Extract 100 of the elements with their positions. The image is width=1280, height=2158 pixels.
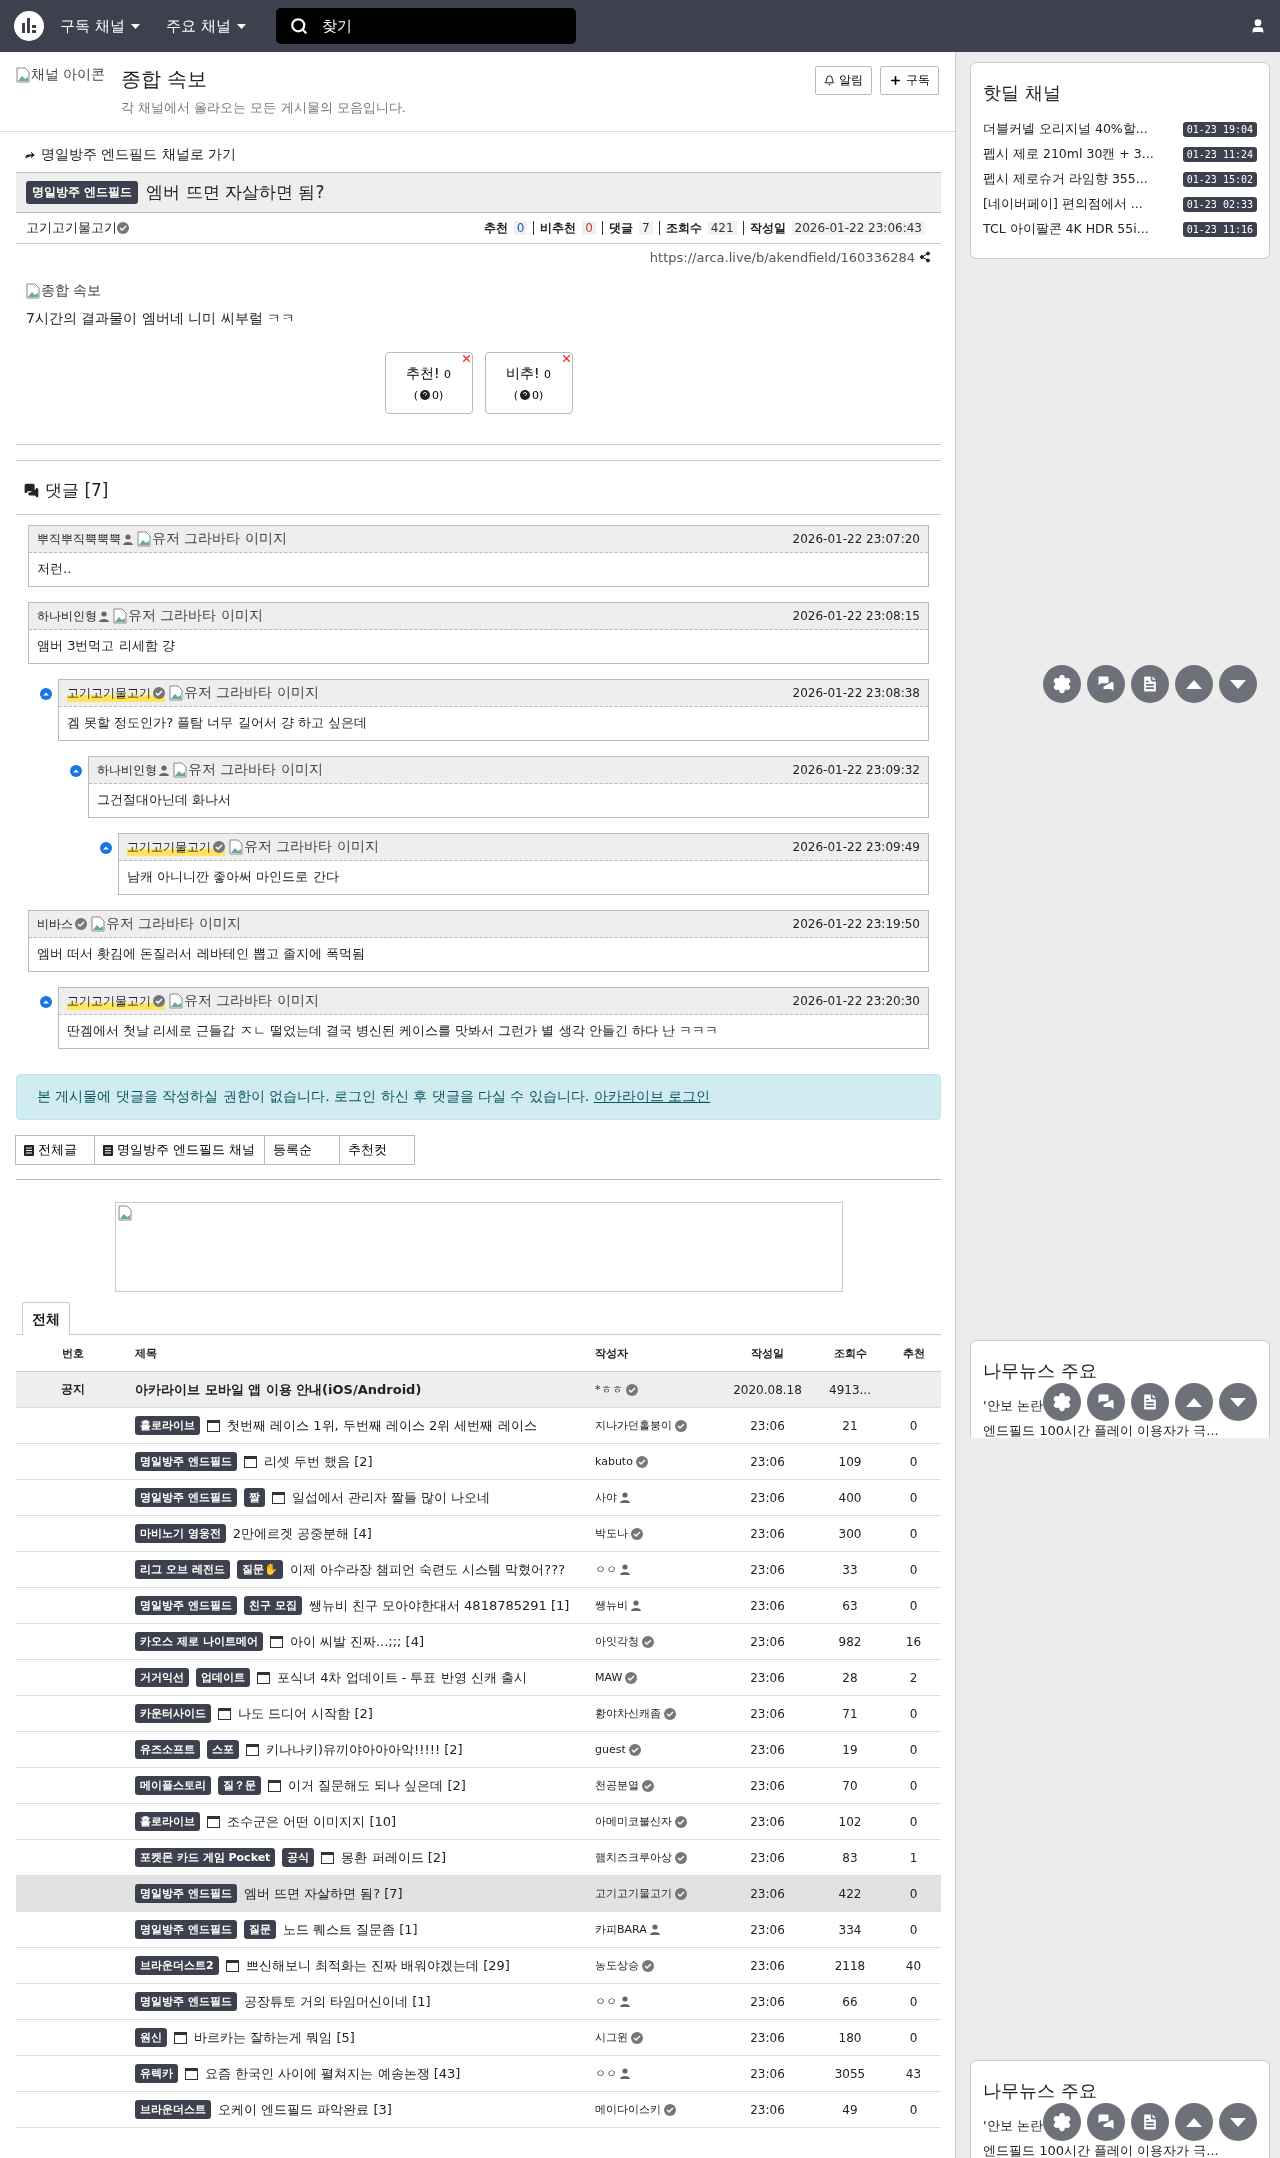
deal-link[interactable]: 더블커넬 오리지널 40%할... <box>983 121 1148 138</box>
comment-author[interactable]: 하나비인형 <box>37 607 97 625</box>
deal-link[interactable]: TCL 아이팔콘 4K HDR 55i... <box>983 221 1149 238</box>
comment-time: 2026-01-22 23:08:38 <box>792 686 920 700</box>
verified-icon <box>631 2031 643 2044</box>
verified-icon <box>625 1671 638 1684</box>
deal-link[interactable]: 펩시 제로 210ml 30캔 + 3... <box>983 146 1154 163</box>
post-title[interactable]: 엠버 뜨면 자살하면 됨? [7] <box>243 1884 403 1903</box>
post-title[interactable]: 이제 아수라장 챔피언 숙련도 시스템 막혔어??? <box>289 1560 566 1579</box>
post-title[interactable]: 나도 드디어 시작함 [2] <box>238 1704 373 1723</box>
filter-button[interactable]: 추천컷 <box>339 1135 415 1165</box>
share-icon[interactable] <box>919 251 931 263</box>
plus-icon <box>889 74 902 87</box>
nav-menu[interactable]: 주요 채널 <box>155 16 256 36</box>
verified-icon <box>664 1707 676 1720</box>
deal-link[interactable]: [네이버페이] 편의점에서 ... <box>983 196 1143 213</box>
subscribe-button[interactable]: 구독 <box>880 66 939 95</box>
window-icon <box>243 1455 257 1468</box>
post-title[interactable]: 이거 질문해도 되나 싶은데 [2] <box>288 1776 466 1795</box>
broken-image-icon <box>26 283 40 299</box>
post-title[interactable]: 리셋 두번 했음 [2] <box>263 1452 373 1471</box>
category-badge: 명일방주 엔드필드 <box>135 1452 237 1471</box>
post-title[interactable]: 포식녀 4차 업데이트 - 투표 반영 신캐 출시 <box>277 1668 527 1687</box>
comment-author[interactable]: 하나비인형 <box>97 761 157 779</box>
user-icon <box>620 1564 630 1575</box>
close-icon[interactable] <box>462 355 470 362</box>
verified-icon <box>625 1383 638 1396</box>
nav-menu[interactable]: 구독 채널 <box>50 16 150 36</box>
vote-count: 0 <box>909 2030 918 2045</box>
settings-button[interactable] <box>1043 665 1081 703</box>
avatar-alt-text: 유저 그라바타 이미지 <box>184 684 319 702</box>
post-title[interactable]: 일섭에서 관리자 짤들 많이 나오네 <box>291 1488 491 1507</box>
comment-author[interactable]: 뿌직뿌직뿍뿍뿍 <box>37 530 121 548</box>
user-icon <box>649 1924 660 1935</box>
broken-image-icon <box>91 916 105 932</box>
view-count: 28 <box>841 1670 859 1685</box>
post-author: 아메미코불신자 <box>595 1814 672 1829</box>
broken-image-icon <box>16 67 30 83</box>
post-title[interactable]: 노드 퀘스트 질문좀 [1] <box>282 1920 418 1939</box>
news-link[interactable]: 엔드필드 100시간 플레이 이용자가 극... <box>983 1423 1219 1438</box>
filter-button[interactable]: 등록순 <box>264 1135 340 1165</box>
back-to-channel-link[interactable]: 명일방주 엔드필드 채널로 가기 <box>16 132 941 172</box>
user-icon <box>620 2068 630 2079</box>
comment-time: 2026-01-22 23:08:15 <box>792 609 920 623</box>
vote-count: 0 <box>909 1706 918 1721</box>
news-link[interactable]: 엔드필드 100시간 플레이 이용자가 극... <box>983 2143 1219 2158</box>
channel-description: 각 채널에서 올라오는 모든 게시물의 모음입니다. <box>121 99 406 117</box>
vote-count: 0 <box>909 1922 918 1937</box>
scroll-down-button[interactable] <box>1219 665 1257 703</box>
post-title[interactable]: 바르카는 잘하는게 뭐임 [5] <box>194 2028 355 2047</box>
search-field[interactable]: 찾기 <box>275 8 576 44</box>
list-button[interactable] <box>1131 665 1169 703</box>
post-title[interactable]: 몽환 퍼레이드 [2] <box>341 1848 447 1867</box>
deal-link[interactable]: 펩시 제로슈거 라임향 355... <box>983 171 1148 188</box>
vote-button[interactable]: 비추! 0 ( 0) <box>484 352 573 414</box>
filter-button[interactable]: 전체글 <box>15 1135 95 1165</box>
filter-button[interactable]: 명일방주 엔드필드 채널 <box>94 1135 265 1165</box>
close-icon[interactable] <box>562 355 570 362</box>
notify-button[interactable]: 알림 <box>815 66 872 95</box>
post-date: 23:06 <box>749 1418 786 1433</box>
comment-text: 그건절대아닌데 화나서 <box>96 791 233 809</box>
user-icon[interactable] <box>1250 18 1266 34</box>
post-date: 23:06 <box>749 1454 786 1469</box>
post-title[interactable]: 첫번째 레이스 1위, 두번째 레이스 2위 세번째 레이스 <box>227 1416 537 1435</box>
post-title[interactable]: 공장튜토 거의 타임머신이네 [1] <box>243 1992 431 2011</box>
comments-heading: 댓글 [7] <box>45 479 109 502</box>
board-tab[interactable]: 전체 <box>22 1302 70 1335</box>
post-title[interactable]: 오케이 엔드필드 파악완료 [3] <box>218 2100 392 2119</box>
post-title[interactable]: 2만에르겟 공중분해 [4] <box>232 1524 372 1543</box>
user-icon <box>620 1996 630 2007</box>
post-author: guest <box>595 1743 626 1756</box>
column-header: 조회수 <box>832 1345 868 1361</box>
post-title[interactable]: 요즘 한국인 사이에 펼쳐지는 예송논쟁 [43] <box>205 2064 461 2083</box>
post-title[interactable]: 아카라이브 모바일 앱 이용 안내(iOS/Android) <box>135 1380 422 1399</box>
user-icon <box>620 1492 630 1503</box>
post-date: 23:06 <box>749 1562 786 1577</box>
post-title[interactable]: 키나나키)유끼야아아아악!!!!! [2] <box>266 1740 463 1759</box>
vote-count: 0 <box>909 1994 918 2009</box>
vote-count: 0 <box>909 1778 918 1793</box>
post-author[interactable]: 고기고기물고기 <box>26 219 117 237</box>
login-link[interactable]: 아카라이브 로그인 <box>593 1088 711 1104</box>
post-title[interactable]: 아이 씨발 진짜...;;; [4] <box>289 1632 425 1651</box>
post-url[interactable]: https://arca.live/b/akendfield/160336284 <box>649 249 915 265</box>
comment-time: 2026-01-22 23:09:32 <box>792 763 920 777</box>
window-icon <box>218 1707 231 1720</box>
post-row[interactable]: 명일방주 엔드필드 엠버 뜨면 자살하면 됨? [7] 고기고기물고기 23:06 422 0 <box>16 1876 941 1912</box>
post-title[interactable]: 쁘신해보니 최적화는 진짜 배워야겠는데 [29] <box>245 1956 510 1975</box>
vote-button[interactable]: 추천! 0 ( 0) <box>384 352 473 414</box>
notice-label: 공지 <box>61 1382 85 1396</box>
comment-author[interactable]: 비바스 <box>37 915 73 933</box>
post-title[interactable]: 조수군은 어떤 이미지지 [10] <box>227 1812 397 1831</box>
logo[interactable] <box>14 11 44 41</box>
post-author: 고기고기물고기 <box>595 1886 672 1901</box>
triangle-up-icon <box>1186 679 1202 689</box>
post-title[interactable]: 쌩뉴비 친구 모아야한대서 4818785291 [1] <box>308 1596 570 1615</box>
verified-icon <box>675 1851 687 1864</box>
comments-button[interactable] <box>1087 665 1125 703</box>
scroll-up-button[interactable] <box>1175 665 1213 703</box>
post-author: 황야차신캐좀 <box>595 1706 661 1721</box>
post-row[interactable]: 공지 아카라이브 모바일 앱 이용 안내(iOS/Android) *ㅎㅎ 2020.08.18 4913... <box>16 1372 941 1408</box>
